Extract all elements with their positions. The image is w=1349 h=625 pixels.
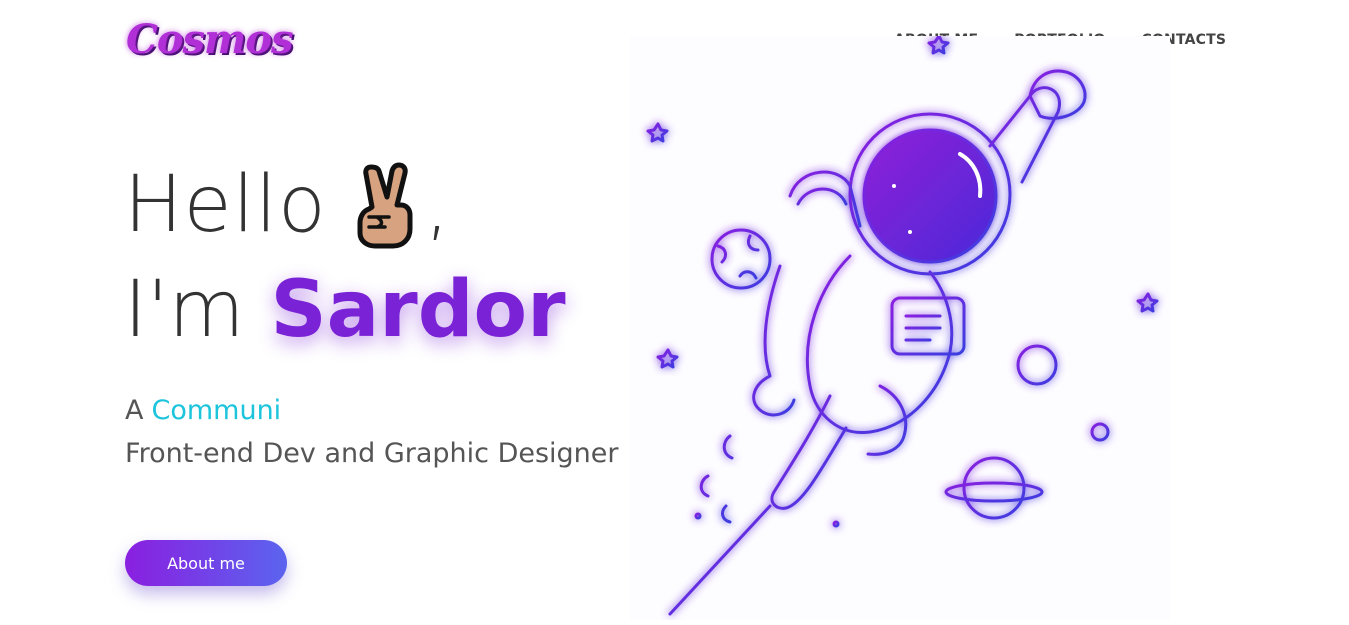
brand-logo[interactable]: Cosmos — [126, 12, 294, 68]
astronaut-illustration — [630, 34, 1170, 620]
role-prefix: A — [125, 395, 144, 426]
victory-hand-icon — [357, 162, 413, 249]
hello-comma: , — [424, 160, 451, 250]
im-text: I'm — [124, 265, 245, 355]
about-me-button[interactable]: About me — [125, 540, 287, 586]
hero-name: Sardor — [270, 265, 566, 355]
role-typed-line: A Communi — [125, 395, 281, 426]
hero-greeting: Hello , — [124, 150, 451, 260]
hello-text: Hello — [124, 160, 327, 250]
role-typed-text: Communi — [151, 395, 282, 426]
hero-name-line: I'm Sardor — [124, 260, 566, 360]
astronaut-flying-icon — [646, 34, 1159, 616]
role-description: Front-end Dev and Graphic Designer — [125, 438, 619, 469]
